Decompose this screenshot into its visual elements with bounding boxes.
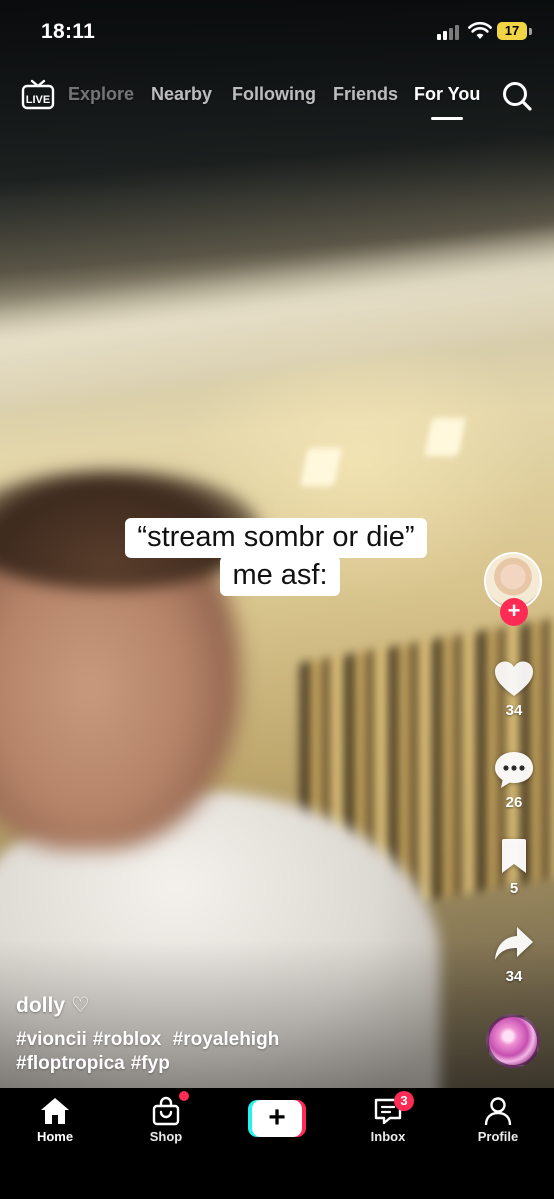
sound-disc[interactable] [486,1014,540,1068]
status-time: 18:11 [41,20,96,43]
battery-cap [529,28,532,35]
plus-icon: + [252,1100,302,1137]
live-tv-icon: LIVE [21,79,55,110]
hashtag-link[interactable]: #floptropica [16,1053,125,1074]
save-count: 5 [509,880,519,897]
heart-icon [495,661,533,696]
video-light [299,448,343,486]
hashtag-link[interactable]: #fyp [131,1053,170,1074]
bottom-tab-bar: Home Shop + Inbox 3 Profile [0,1088,554,1199]
home-icon [41,1098,69,1124]
comment-count: 26 [505,794,523,811]
like-count: 34 [505,702,523,719]
wifi-icon [468,22,492,39]
tab-home[interactable]: Home [10,1096,100,1144]
bookmark-icon [502,839,526,873]
video-description: #vioncii #roblox #royalehigh #floptropica… [16,1028,456,1076]
caption-line: “stream sombr or die” [125,518,427,558]
hashtag-link[interactable]: #royalehigh [173,1029,280,1050]
tab-inbox-label: Inbox [370,1129,406,1144]
tab-profile-label: Profile [477,1129,519,1144]
profile-icon [484,1097,512,1126]
share-button[interactable]: 34 [476,924,552,985]
battery-icon: 17 [497,22,527,40]
tab-shop-label: Shop [149,1129,183,1144]
active-tab-indicator [431,117,463,120]
status-bar: 18:11 17 [0,0,554,60]
live-label: LIVE [26,94,50,106]
like-button[interactable]: 34 [476,660,552,719]
creator-username[interactable]: dolly ♡ [16,993,90,1018]
caption-line: me asf: [220,556,340,596]
hashtag-link[interactable]: #roblox [93,1029,162,1050]
tab-profile[interactable]: Profile [453,1096,543,1144]
comment-button[interactable]: 26 [476,750,552,811]
creator-avatar-button[interactable]: + [484,552,544,628]
hashtag-row: #vioncii #roblox #royalehigh [16,1028,456,1052]
shopping-bag-icon [152,1096,180,1126]
tab-home-label: Home [36,1129,74,1144]
search-icon [503,82,532,111]
follow-button[interactable]: + [500,598,528,626]
tab-shop[interactable]: Shop [121,1096,211,1144]
top-nav: LIVE Explore Nearby Following Friends Fo… [0,70,554,126]
tab-explore[interactable]: Explore [68,84,134,105]
tab-inbox[interactable]: Inbox [343,1096,433,1144]
tab-friends[interactable]: Friends [333,84,398,105]
inbox-badge: 3 [394,1091,414,1111]
video-caption: “stream sombr or die” me asf: [0,518,554,596]
video-light [423,418,467,456]
cellular-signal-icon [437,24,463,40]
video-backdrop-wall [0,217,554,413]
action-rail: + 34 26 5 34 [476,552,552,1072]
share-count: 34 [505,968,523,985]
shop-notification-dot [179,1091,189,1101]
save-button[interactable]: 5 [476,838,552,897]
tab-nearby[interactable]: Nearby [151,84,212,105]
hashtag-row: #floptropica #fyp [16,1052,456,1076]
comment-icon [495,752,533,788]
share-arrow-icon [495,927,533,960]
tab-for-you[interactable]: For You [414,84,480,105]
live-button[interactable]: LIVE [21,78,55,110]
hashtag-link[interactable]: #vioncii [16,1029,87,1050]
search-button[interactable] [500,79,534,113]
tab-following[interactable]: Following [232,84,316,105]
create-button[interactable]: + [248,1100,306,1137]
